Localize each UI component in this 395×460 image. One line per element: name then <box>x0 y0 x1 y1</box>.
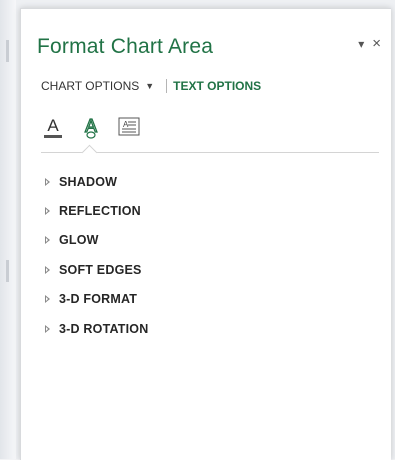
section-glow[interactable]: GLOW <box>45 226 148 255</box>
svg-text:A: A <box>47 116 59 135</box>
section-soft-edges[interactable]: SOFT EDGES <box>45 255 148 284</box>
section-shadow[interactable]: SHADOW <box>45 167 148 196</box>
text-fill-outline-button[interactable]: A <box>41 113 65 141</box>
window-edge-mark <box>6 260 9 282</box>
section-3d-format[interactable]: 3-D FORMAT <box>45 285 148 314</box>
text-fill-outline-icon: A <box>44 116 62 138</box>
chevron-down-icon: ▼ <box>145 81 155 91</box>
section-reflection[interactable]: REFLECTION <box>45 196 148 225</box>
section-label: 3-D ROTATION <box>59 321 149 336</box>
window-edge <box>0 0 16 459</box>
section-label: SOFT EDGES <box>59 262 142 277</box>
selected-icon-pointer <box>81 144 98 161</box>
text-effects-icon: A <box>84 115 98 139</box>
section-list: SHADOW REFLECTION GLOW SOFT EDGES 3-D FO… <box>45 167 148 343</box>
section-3d-rotation[interactable]: 3-D ROTATION <box>45 314 148 343</box>
pane-options-caret-icon[interactable]: ▾ <box>358 37 364 51</box>
format-chart-area-pane: Format Chart Area ▾ × CHART OPTIONS ▼ TE… <box>20 8 391 460</box>
expand-arrow-icon <box>45 177 50 186</box>
tab-separator <box>166 79 168 93</box>
text-effects-button[interactable]: A <box>79 113 103 141</box>
expand-arrow-icon <box>45 207 50 216</box>
section-label: 3-D FORMAT <box>59 292 138 307</box>
expand-arrow-icon <box>45 295 50 304</box>
tab-chart-options-label: CHART OPTIONS <box>41 79 140 93</box>
textbox-button[interactable]: A <box>117 113 141 141</box>
svg-text:A: A <box>85 116 97 136</box>
close-icon[interactable]: × <box>372 36 381 51</box>
options-tabs: CHART OPTIONS ▼ TEXT OPTIONS <box>41 79 261 93</box>
tab-chart-options[interactable]: CHART OPTIONS ▼ <box>41 79 166 93</box>
pane-title: Format Chart Area <box>37 35 214 58</box>
expand-arrow-icon <box>45 236 50 245</box>
expand-arrow-icon <box>45 324 50 333</box>
tab-text-options[interactable]: TEXT OPTIONS <box>173 79 261 93</box>
window-edge-mark <box>6 40 9 62</box>
section-label: GLOW <box>59 233 99 248</box>
pane-controls: ▾ × <box>358 36 381 51</box>
textbox-icon: A <box>118 117 140 136</box>
section-label: REFLECTION <box>59 204 141 219</box>
section-label: SHADOW <box>59 174 118 189</box>
text-options-icon-row: A A A <box>41 113 141 141</box>
expand-arrow-icon <box>45 265 50 274</box>
